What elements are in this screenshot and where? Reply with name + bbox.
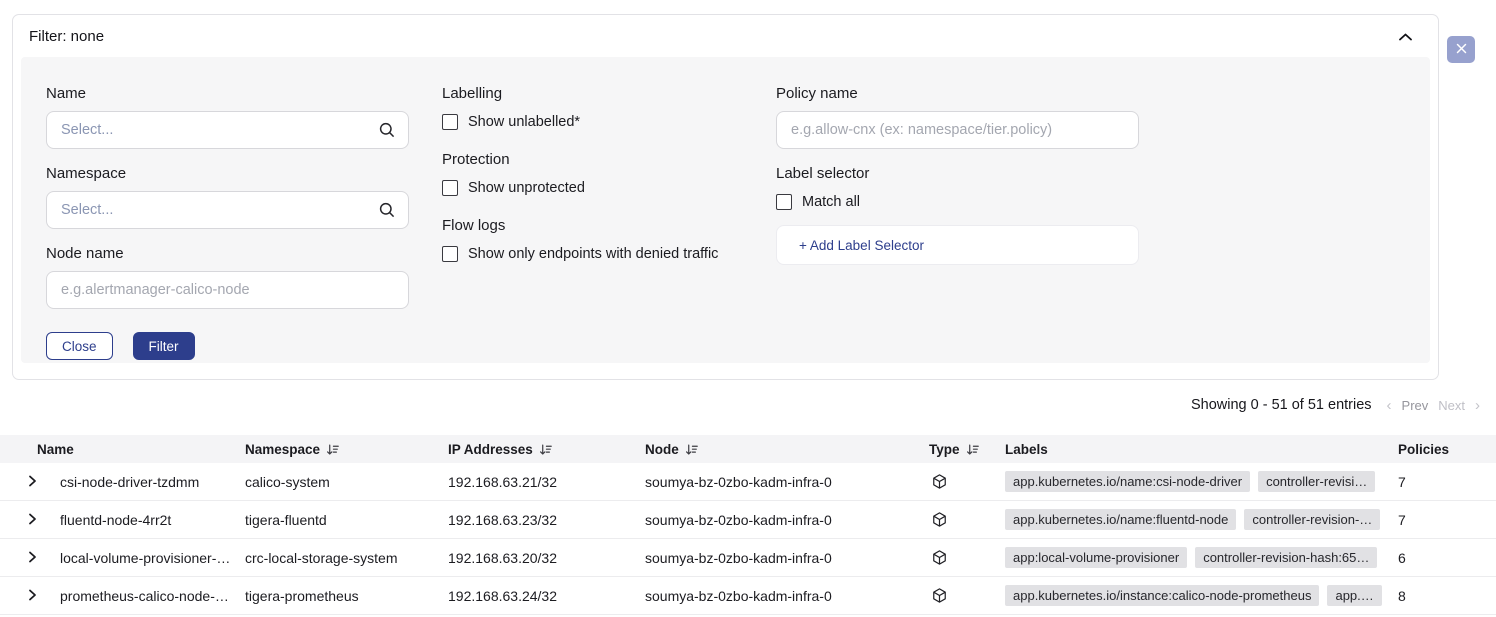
chevron-right-icon bbox=[28, 474, 37, 490]
endpoint-node: soumya-bz-0zbo-kadm-infra-0 bbox=[645, 550, 929, 566]
close-button[interactable]: Close bbox=[46, 332, 113, 360]
flow-logs-section-label: Flow logs bbox=[442, 217, 762, 234]
label-pill: controller-revision-hash:65… bbox=[1195, 547, 1377, 568]
show-unprotected-label: Show unprotected bbox=[468, 180, 585, 196]
label-pill: controller-revisi… bbox=[1258, 471, 1375, 492]
pod-cube-icon bbox=[929, 549, 1005, 566]
close-panel-button[interactable] bbox=[1447, 36, 1475, 63]
next-page-button[interactable]: Next bbox=[1438, 398, 1465, 413]
endpoint-labels: app:local-volume-provisioner controller-r… bbox=[1005, 547, 1398, 568]
label-pill: app:local-volume-provisioner bbox=[1005, 547, 1187, 568]
column-header-namespace[interactable]: Namespace bbox=[245, 442, 448, 457]
row-expander-button[interactable] bbox=[28, 474, 60, 490]
policies-count: 7 bbox=[1398, 474, 1496, 490]
table-row: prometheus-calico-node-…tigera-prometheu… bbox=[0, 577, 1496, 615]
table-body: csi-node-driver-tzdmmcalico-system192.16… bbox=[0, 463, 1496, 615]
chevron-right-icon bbox=[28, 588, 37, 604]
protection-section-label: Protection bbox=[442, 151, 762, 168]
endpoint-name: prometheus-calico-node-… bbox=[60, 588, 245, 604]
endpoint-labels: app.kubernetes.io/name:csi-node-driver co… bbox=[1005, 471, 1398, 492]
column-header-labels: Labels bbox=[1005, 442, 1398, 457]
endpoint-namespace: crc-local-storage-system bbox=[245, 550, 448, 566]
column-header-name: Name bbox=[37, 442, 245, 457]
x-icon bbox=[1456, 42, 1467, 57]
name-field-label: Name bbox=[46, 85, 409, 102]
namespace-field-label: Namespace bbox=[46, 165, 409, 182]
endpoint-node: soumya-bz-0zbo-kadm-infra-0 bbox=[645, 512, 929, 528]
endpoint-name: local-volume-provisioner-… bbox=[60, 550, 245, 566]
label-pill: controller-revision-… bbox=[1244, 509, 1380, 530]
filter-button[interactable]: Filter bbox=[133, 332, 195, 360]
label-selector-section-label: Label selector bbox=[776, 165, 1139, 182]
pagination-bar: Showing 0 - 51 of 51 entries ‹ Prev Next… bbox=[0, 393, 1496, 417]
endpoint-node: soumya-bz-0zbo-kadm-infra-0 bbox=[645, 588, 929, 604]
chevron-up-icon bbox=[1399, 29, 1412, 44]
filter-panel-header: Filter: none bbox=[13, 15, 1438, 57]
sort-icon bbox=[326, 444, 339, 456]
entries-summary: Showing 0 - 51 of 51 entries bbox=[1191, 397, 1372, 413]
show-unprotected-checkbox[interactable] bbox=[442, 180, 458, 196]
table-header-row: NameNamespaceIP AddressesNodeTypeLabelsP… bbox=[0, 435, 1496, 463]
next-chevron-icon[interactable]: › bbox=[1475, 398, 1480, 413]
chevron-right-icon bbox=[28, 512, 37, 528]
endpoint-ip-addresses: 192.168.63.21/32 bbox=[448, 474, 645, 490]
denied-traffic-label: Show only endpoints with denied traffic bbox=[468, 246, 718, 262]
add-label-selector-button[interactable]: + Add Label Selector bbox=[776, 225, 1139, 265]
label-pill: app.kubernetes.io/name:csi-node-driver bbox=[1005, 471, 1250, 492]
name-select-input[interactable] bbox=[46, 111, 409, 149]
endpoint-node: soumya-bz-0zbo-kadm-infra-0 bbox=[645, 474, 929, 490]
policy-name-field-label: Policy name bbox=[776, 85, 1139, 102]
namespace-select-input[interactable] bbox=[46, 191, 409, 229]
column-header-ip-addresses[interactable]: IP Addresses bbox=[448, 442, 645, 457]
table-row: fluentd-node-4rr2ttigera-fluentd192.168.… bbox=[0, 501, 1496, 539]
chevron-right-icon bbox=[28, 550, 37, 566]
table-row: csi-node-driver-tzdmmcalico-system192.16… bbox=[0, 463, 1496, 501]
pod-cube-icon bbox=[929, 587, 1005, 604]
endpoints-table: NameNamespaceIP AddressesNodeTypeLabelsP… bbox=[0, 435, 1496, 615]
policies-count: 8 bbox=[1398, 588, 1496, 604]
label-pill: app.kubernetes.io/name:fluentd-node bbox=[1005, 509, 1236, 530]
filter-panel-card: Filter: none Name Namespace bbox=[12, 14, 1439, 380]
pod-cube-icon bbox=[929, 511, 1005, 528]
endpoint-name: csi-node-driver-tzdmm bbox=[60, 474, 245, 490]
match-all-checkbox[interactable] bbox=[776, 194, 792, 210]
show-unlabelled-label: Show unlabelled* bbox=[468, 114, 580, 130]
denied-traffic-checkbox[interactable] bbox=[442, 246, 458, 262]
filter-form: Name Namespace Node name Close Filter bbox=[21, 57, 1430, 363]
row-expander-button[interactable] bbox=[28, 550, 60, 566]
table-row: local-volume-provisioner-…crc-local-stor… bbox=[0, 539, 1496, 577]
endpoint-ip-addresses: 192.168.63.24/32 bbox=[448, 588, 645, 604]
policies-count: 6 bbox=[1398, 550, 1496, 566]
prev-chevron-icon[interactable]: ‹ bbox=[1387, 398, 1392, 413]
endpoint-namespace: tigera-fluentd bbox=[245, 512, 448, 528]
node-name-field-label: Node name bbox=[46, 245, 409, 262]
row-expander-button[interactable] bbox=[28, 512, 60, 528]
endpoint-labels: app.kubernetes.io/name:fluentd-node contr… bbox=[1005, 509, 1398, 530]
endpoint-namespace: calico-system bbox=[245, 474, 448, 490]
labelling-section-label: Labelling bbox=[442, 85, 762, 102]
column-header-node[interactable]: Node bbox=[645, 442, 929, 457]
sort-icon bbox=[966, 444, 979, 456]
node-name-input[interactable] bbox=[46, 271, 409, 309]
pod-cube-icon bbox=[929, 473, 1005, 490]
column-header-type[interactable]: Type bbox=[929, 442, 1005, 457]
prev-page-button[interactable]: Prev bbox=[1402, 398, 1429, 413]
row-expander-button[interactable] bbox=[28, 588, 60, 604]
collapse-panel-button[interactable] bbox=[1396, 26, 1415, 47]
sort-icon bbox=[685, 444, 698, 456]
show-unlabelled-checkbox[interactable] bbox=[442, 114, 458, 130]
endpoint-namespace: tigera-prometheus bbox=[245, 588, 448, 604]
policies-count: 7 bbox=[1398, 512, 1496, 528]
endpoint-ip-addresses: 192.168.63.23/32 bbox=[448, 512, 645, 528]
policy-name-input[interactable] bbox=[776, 111, 1139, 149]
column-header-policies: Policies bbox=[1398, 442, 1496, 457]
filter-panel-title: Filter: none bbox=[29, 28, 104, 45]
endpoint-ip-addresses: 192.168.63.20/32 bbox=[448, 550, 645, 566]
sort-icon bbox=[539, 444, 552, 456]
endpoint-name: fluentd-node-4rr2t bbox=[60, 512, 245, 528]
match-all-label: Match all bbox=[802, 194, 860, 210]
